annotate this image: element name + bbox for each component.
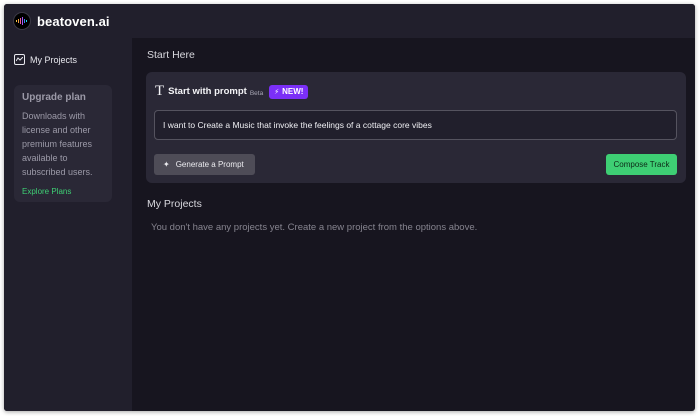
sidebar-item-my-projects[interactable]: My Projects	[14, 54, 77, 65]
upgrade-title: Upgrade plan	[22, 92, 86, 103]
prompt-card-header: T Start with prompt Beta ⚡ NEW!	[155, 83, 309, 99]
empty-projects-message: You don't have any projects yet. Create …	[151, 222, 478, 233]
prompt-card-title: Start with prompt	[168, 86, 247, 97]
app-window: beatoven.ai My Projects Upgrade plan Dow…	[4, 4, 695, 411]
top-bar: beatoven.ai	[4, 4, 695, 38]
start-here-title: Start Here	[147, 49, 195, 61]
new-badge-label: NEW!	[282, 87, 304, 96]
brand-name: beatoven.ai	[37, 13, 110, 29]
prompt-card: T Start with prompt Beta ⚡ NEW! ✦ Genera…	[146, 72, 686, 183]
new-badge: ⚡ NEW!	[269, 84, 309, 99]
compose-track-button[interactable]: Compose Track	[606, 154, 677, 175]
logo-waveform-icon[interactable]	[13, 12, 31, 30]
explore-plans-link[interactable]: Explore Plans	[22, 187, 104, 196]
sidebar: My Projects Upgrade plan Downloads with …	[4, 38, 132, 411]
prompt-input[interactable]	[154, 110, 677, 140]
beta-label: Beta	[249, 89, 264, 97]
chart-line-icon	[14, 54, 25, 65]
bolt-icon: ⚡	[274, 88, 280, 96]
main-content: Start Here T Start with prompt Beta ⚡ NE…	[132, 38, 695, 411]
text-icon: T	[155, 83, 165, 99]
sidebar-item-label: My Projects	[30, 54, 78, 65]
upgrade-description: Downloads with license and other premium…	[22, 111, 93, 177]
generate-prompt-label: Generate a Prompt	[175, 160, 244, 169]
generate-prompt-button[interactable]: ✦ Generate a Prompt	[154, 154, 255, 175]
sparkle-icon: ✦	[163, 160, 170, 169]
my-projects-title: My Projects	[147, 198, 202, 210]
upgrade-plan-card: Upgrade plan Downloads with license and …	[14, 85, 112, 202]
